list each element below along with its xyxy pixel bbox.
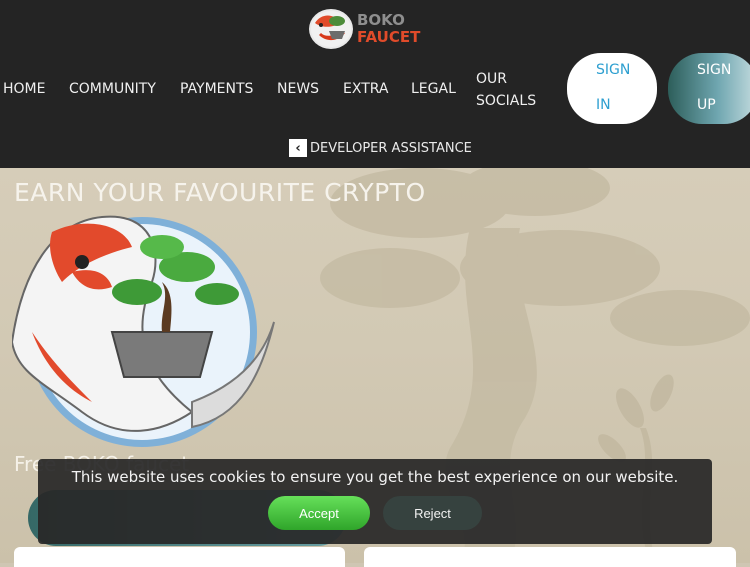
reject-cookies-button[interactable]: Reject — [383, 496, 482, 530]
cookie-banner: This website uses cookies to ensure you … — [38, 459, 712, 544]
faucet-card-left — [14, 547, 345, 567]
sign-up-button[interactable]: SIGN UP — [668, 53, 750, 124]
faucet-card-right — [364, 547, 736, 567]
logo-text-line2: FAUCET — [357, 28, 421, 46]
sign-up-line2: UP — [697, 97, 716, 113]
developer-assistance-label: DEVELOPER ASSISTANCE — [310, 140, 472, 156]
site-logo[interactable]: BOKO FAUCET — [309, 9, 420, 49]
sign-up-line1: SIGN — [697, 62, 732, 78]
koi-bonsai-illustration — [12, 215, 275, 447]
nav-news[interactable]: NEWS — [277, 81, 319, 97]
nav-payments[interactable]: PAYMENTS — [180, 81, 253, 97]
sign-in-line1: SIGN — [596, 62, 631, 78]
sign-in-button[interactable]: SIGN IN — [567, 53, 657, 124]
cookie-message: This website uses cookies to ensure you … — [71, 468, 679, 486]
koi-logo-icon — [309, 9, 353, 49]
nav-home[interactable]: HOME — [3, 81, 45, 97]
nav-extra[interactable]: EXTRA — [343, 81, 388, 97]
accept-cookies-button[interactable]: Accept — [268, 496, 370, 530]
nav-our-socials-line2: SOCIALS — [476, 93, 537, 109]
developer-assistance-link[interactable]: ‹ DEVELOPER ASSISTANCE — [289, 139, 472, 157]
nav-community[interactable]: COMMUNITY — [69, 81, 156, 97]
nav-our-socials[interactable]: OUR SOCIALS — [476, 68, 536, 112]
hero-headline: EARN YOUR FAVOURITE CRYPTO — [14, 178, 426, 207]
nav-our-socials-line1: OUR — [476, 71, 507, 87]
nav-legal[interactable]: LEGAL — [411, 81, 456, 97]
site-header: BOKO FAUCET HOME COMMUNITY PAYMENTS NEWS… — [0, 0, 750, 168]
chevron-left-icon: ‹ — [289, 139, 307, 157]
logo-text-line1: BOKO — [357, 11, 405, 29]
sign-in-line2: IN — [596, 97, 611, 113]
